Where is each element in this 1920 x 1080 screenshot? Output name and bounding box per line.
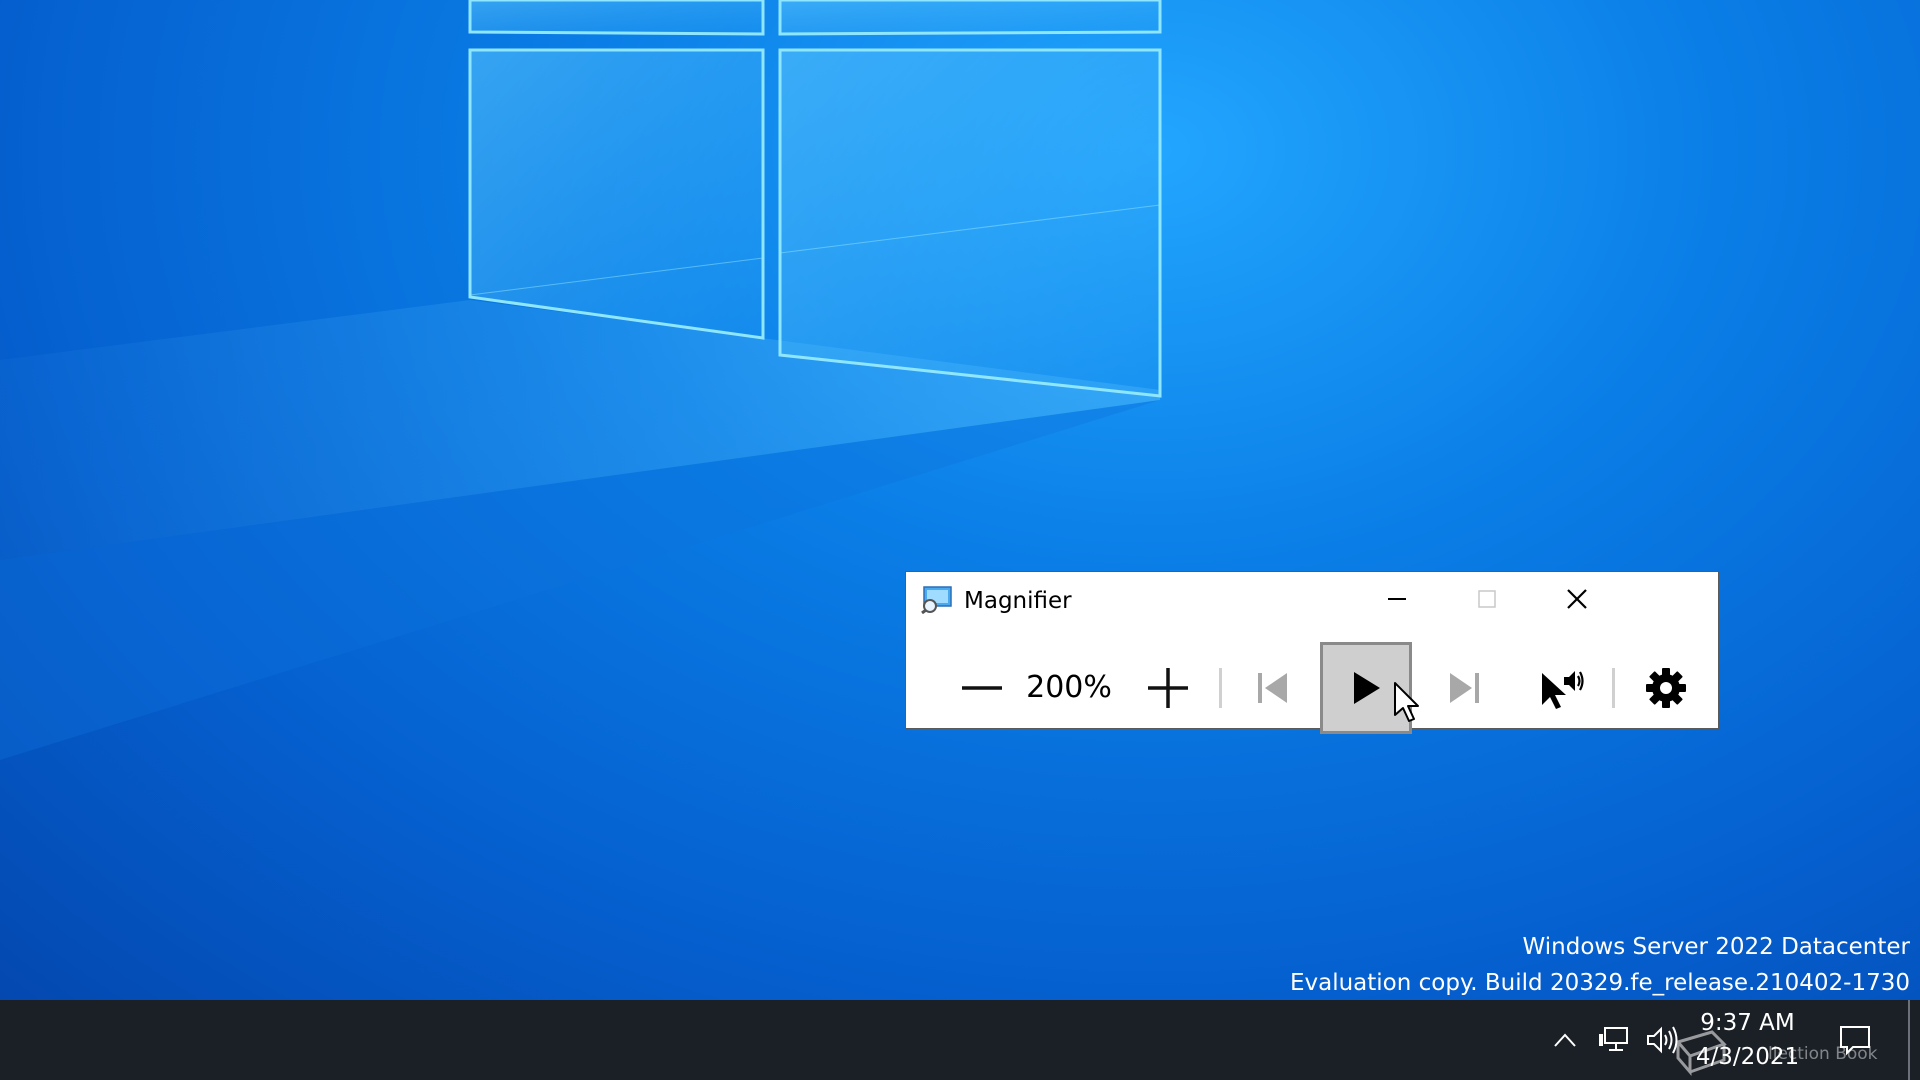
next-sentence-button[interactable] — [1418, 642, 1510, 734]
network-tray-button[interactable] — [1594, 1000, 1634, 1080]
watermark-build: Evaluation copy. Build 20329.fe_release.… — [1289, 970, 1910, 996]
skip-previous-icon — [1258, 673, 1287, 703]
toolbar-separator — [1219, 668, 1222, 708]
action-center-button[interactable] — [1825, 1000, 1885, 1080]
skip-next-icon — [1450, 673, 1479, 703]
gear-icon — [1646, 668, 1686, 708]
chevron-up-icon — [1554, 1033, 1576, 1047]
network-icon — [1599, 1027, 1628, 1051]
minimize-button[interactable] — [1352, 572, 1442, 626]
minus-icon — [962, 686, 1002, 690]
mouse-pointer-icon — [1394, 682, 1419, 722]
taskbar: 9:37 AM 4/3/2021 — [0, 1000, 1920, 1080]
os-watermark: Windows Server 2022 Datacenter Evaluatio… — [1290, 929, 1910, 1000]
minimize-icon — [1388, 598, 1406, 600]
magnifier-toolbar: 200% — [906, 626, 1718, 734]
magnifier-window[interactable]: Magnifier 200% — [905, 571, 1719, 734]
previous-sentence-button[interactable] — [1227, 642, 1319, 734]
show-hidden-icons-button[interactable] — [1546, 1000, 1584, 1080]
zoom-level-value: 200% — [1026, 670, 1112, 705]
book-logo-icon — [1675, 1030, 1727, 1077]
show-desktop-button[interactable] — [1908, 1000, 1910, 1080]
read-from-here-button[interactable] — [1515, 642, 1607, 734]
magnifier-app-icon — [921, 586, 953, 615]
close-icon — [1567, 589, 1587, 609]
zoom-in-button[interactable] — [1122, 642, 1214, 734]
maximize-icon — [1478, 590, 1496, 608]
maximize-button[interactable] — [1442, 572, 1532, 626]
windows-logo-wallpaper — [0, 0, 1162, 760]
close-button[interactable] — [1532, 572, 1622, 626]
settings-button[interactable] — [1620, 642, 1712, 734]
zoom-out-button[interactable] — [936, 642, 1028, 734]
book-logo-text: llection Book — [1768, 1044, 1878, 1064]
plus-icon — [1148, 668, 1188, 708]
play-icon — [1354, 672, 1380, 704]
desktop-background: Windows Server 2022 Datacenter Evaluatio… — [0, 0, 1920, 1000]
title-bar[interactable]: Magnifier — [906, 572, 1718, 626]
pointer-speaker-icon — [1542, 671, 1584, 709]
toolbar-separator — [1612, 668, 1615, 708]
window-title: Magnifier — [964, 588, 1072, 614]
watermark-edition: Windows Server 2022 Datacenter — [1522, 934, 1910, 960]
